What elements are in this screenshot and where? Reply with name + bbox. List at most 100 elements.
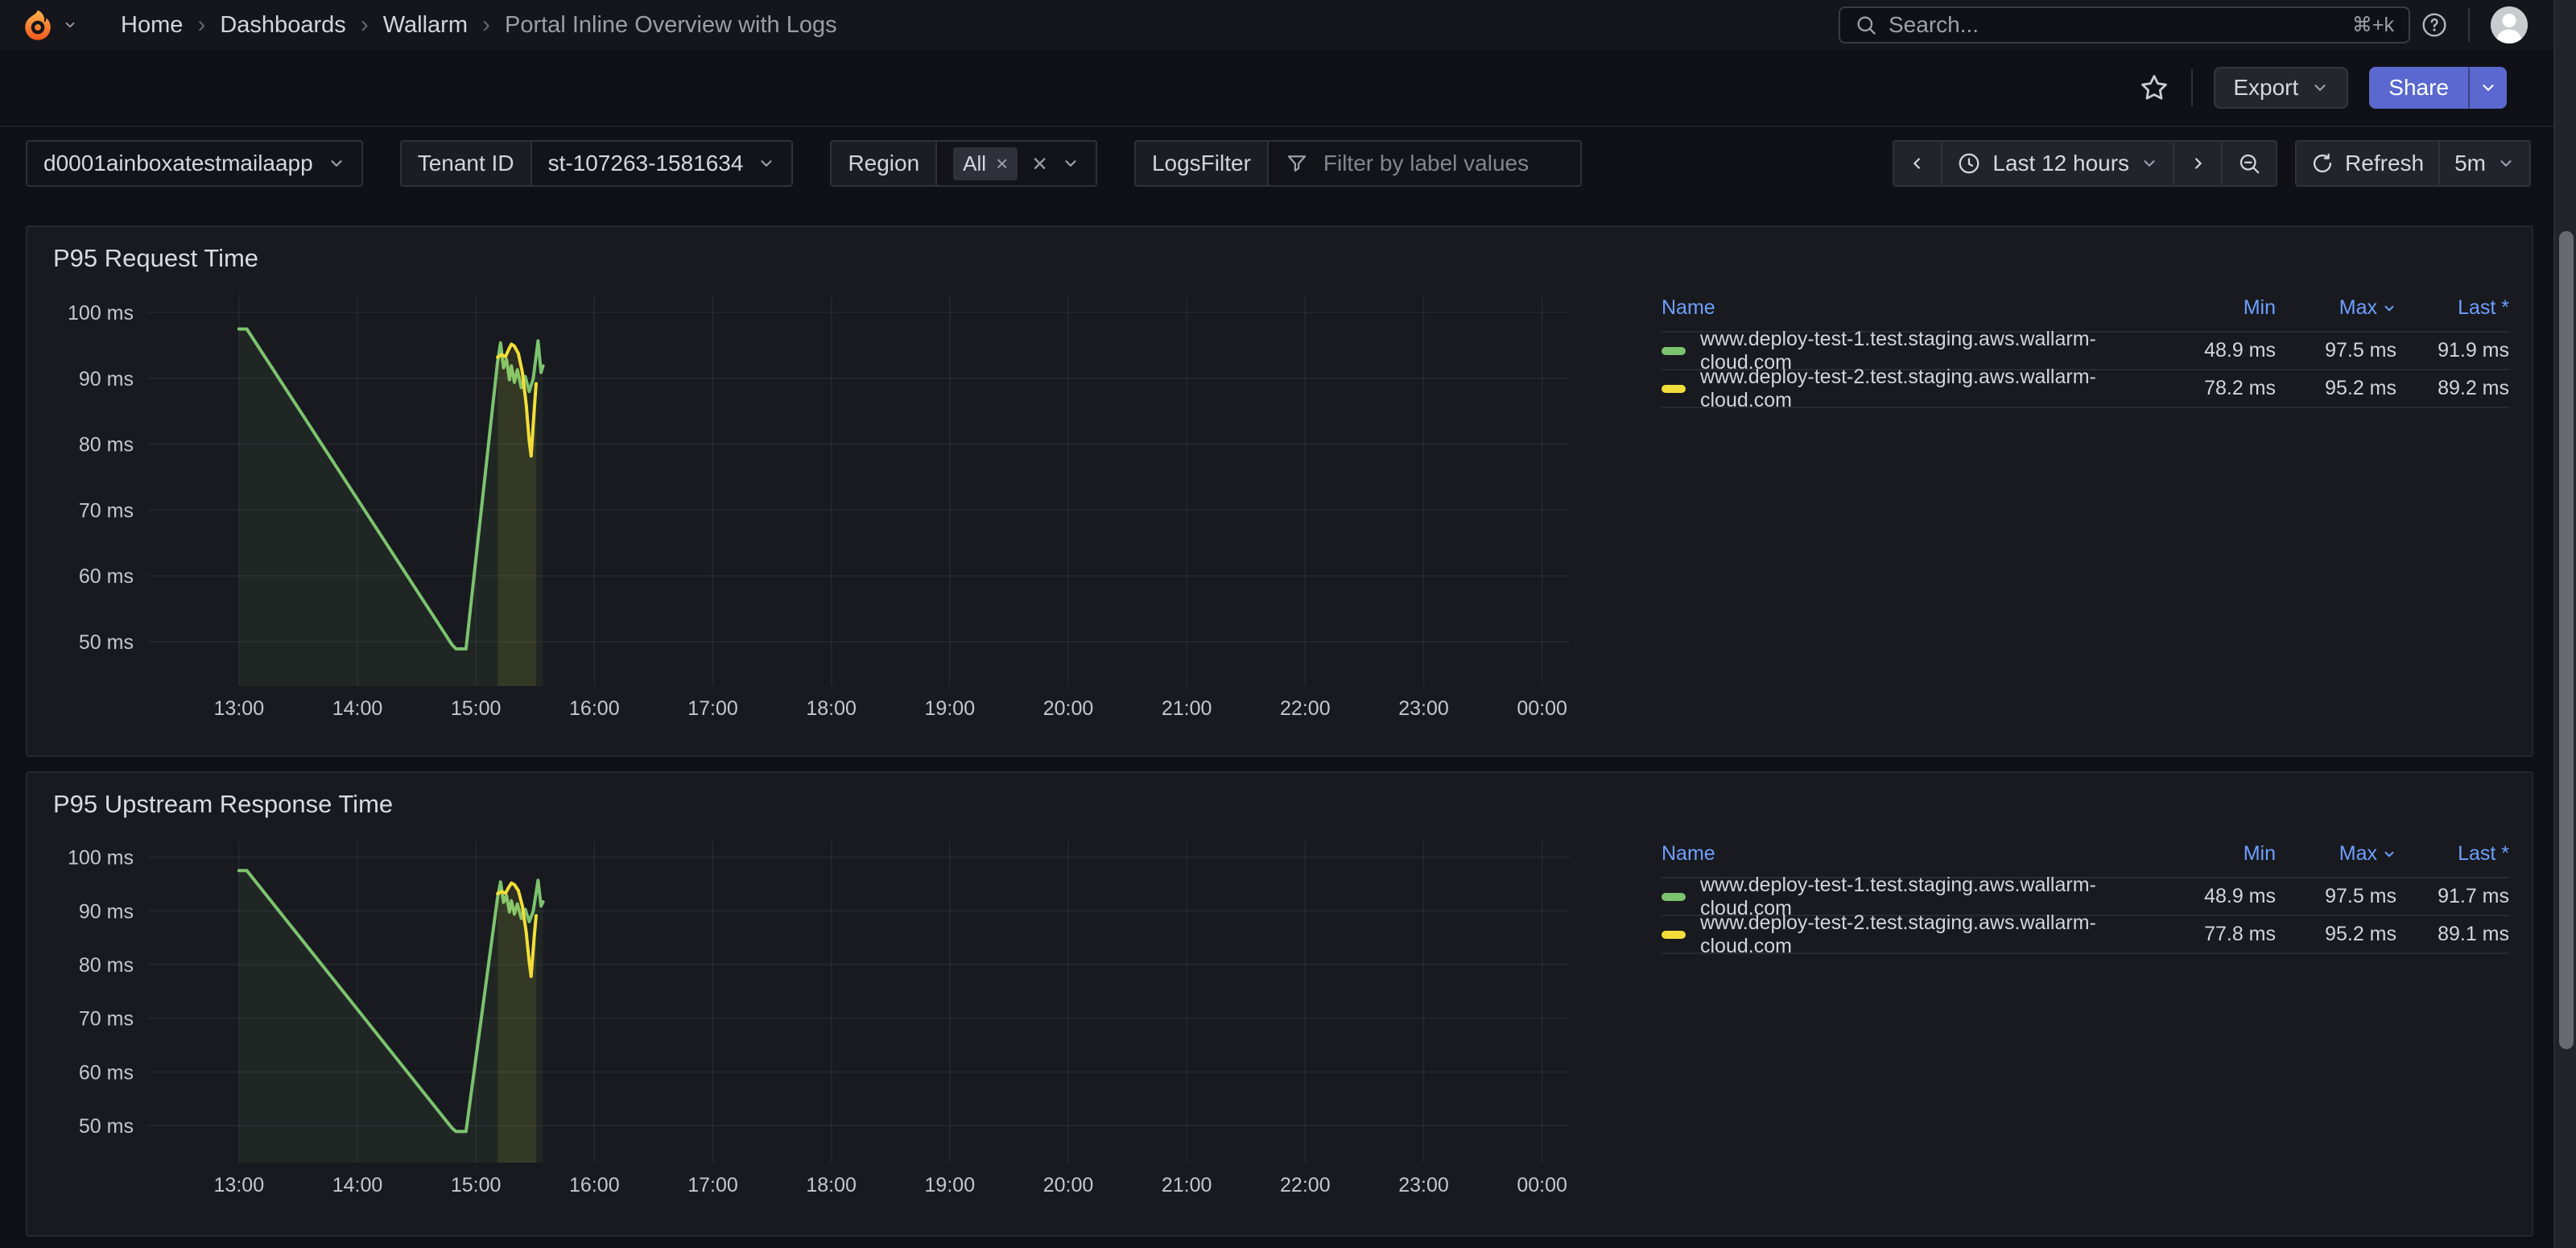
favorite-star-button[interactable] [2138, 72, 2170, 104]
export-button[interactable]: Export [2214, 67, 2348, 109]
svg-text:50 ms: 50 ms [79, 1115, 134, 1138]
user-avatar[interactable] [2491, 6, 2528, 43]
divider [2191, 69, 2193, 106]
svg-text:18:00: 18:00 [806, 697, 857, 720]
dashboard-actions-bar: Export Share [0, 50, 2576, 127]
grafana-logo-menu[interactable] [21, 8, 77, 42]
svg-text:22:00: 22:00 [1280, 1174, 1331, 1196]
variable-region-dropdown[interactable]: Region All × × [830, 140, 1097, 187]
legend-header-min[interactable]: Min [2155, 296, 2276, 320]
scrollbar-thumb[interactable] [2559, 231, 2574, 1049]
search-input[interactable]: Search... ⌘+k [1839, 6, 2410, 43]
legend-row[interactable]: www.deploy-test-2.test.staging.aws.walla… [1662, 916, 2509, 954]
time-range-label: Last 12 hours [1992, 151, 2129, 176]
time-zoom-out-button[interactable] [2221, 140, 2277, 187]
legend-table: Name Min Max Last * www.deploy-test-1.te… [1613, 829, 2516, 1211]
series-color-swatch[interactable] [1662, 931, 1686, 939]
chevron-down-icon [758, 155, 775, 172]
share-label: Share [2388, 75, 2449, 101]
svg-text:18:00: 18:00 [806, 1174, 857, 1196]
svg-text:20:00: 20:00 [1043, 1174, 1094, 1196]
svg-text:13:00: 13:00 [214, 1174, 265, 1196]
time-shift-back-button[interactable] [1893, 140, 1942, 187]
legend-row[interactable]: www.deploy-test-2.test.staging.aws.walla… [1662, 370, 2509, 408]
share-menu-button[interactable] [2468, 67, 2507, 109]
sort-desc-icon [2382, 847, 2396, 862]
series-last-value: 91.9 ms [2396, 339, 2509, 362]
legend-header-max[interactable]: Max [2276, 296, 2396, 320]
chip-remove-icon[interactable]: × [996, 151, 1008, 176]
legend-body: www.deploy-test-1.test.staging.aws.walla… [1662, 333, 2509, 408]
variable-tenant-dropdown[interactable]: Tenant ID st-107263-1581634 [400, 140, 794, 187]
export-label: Export [2233, 75, 2298, 101]
chevron-down-icon [328, 155, 345, 172]
zoom-out-icon [2237, 151, 2261, 176]
search-icon [1855, 14, 1877, 36]
series-color-swatch[interactable] [1662, 347, 1686, 355]
logs-filter-placeholder: Filter by label values [1323, 151, 1529, 176]
breadcrumb-item[interactable]: Home [121, 12, 183, 39]
refresh-label: Refresh [2345, 151, 2424, 176]
panel-title[interactable]: P95 Request Time [53, 242, 2516, 283]
svg-text:100 ms: 100 ms [68, 847, 134, 870]
time-range-picker[interactable]: Last 12 hours [1941, 140, 2174, 187]
legend-header-name[interactable]: Name [1662, 842, 2155, 866]
region-chip-label: All [963, 151, 986, 176]
legend-header-max[interactable]: Max [2276, 842, 2396, 866]
breadcrumb-separator: › [361, 11, 369, 39]
variable-app-value: d0001ainboxatestmailaapp [43, 151, 313, 176]
time-series-chart[interactable]: 50 ms60 ms70 ms80 ms90 ms100 ms13:0014:0… [43, 283, 1581, 734]
series-color-swatch[interactable] [1662, 385, 1686, 393]
legend-header-last[interactable]: Last * [2396, 296, 2509, 320]
clear-selection-icon[interactable]: × [1032, 149, 1047, 179]
breadcrumb-item[interactable]: Wallarm [383, 12, 468, 39]
breadcrumb-separator: › [482, 11, 490, 39]
svg-text:15:00: 15:00 [451, 697, 502, 720]
chevron-right-icon [2189, 155, 2207, 172]
legend-header-last[interactable]: Last * [2396, 842, 2509, 866]
legend-header-min[interactable]: Min [2155, 842, 2276, 866]
breadcrumb-separator: › [197, 11, 205, 39]
svg-text:23:00: 23:00 [1398, 697, 1449, 720]
share-button[interactable]: Share [2369, 67, 2468, 109]
variable-app-dropdown[interactable]: d0001ainboxatestmailaapp [26, 140, 363, 187]
svg-text:17:00: 17:00 [687, 697, 738, 720]
series-name[interactable]: www.deploy-test-2.test.staging.aws.walla… [1700, 366, 2155, 412]
page-scrollbar[interactable] [2553, 0, 2576, 1248]
time-shift-forward-button[interactable] [2173, 140, 2223, 187]
series-last-value: 89.2 ms [2396, 377, 2509, 400]
series-color-swatch[interactable] [1662, 893, 1686, 901]
refresh-button[interactable]: Refresh [2295, 140, 2440, 187]
svg-text:80 ms: 80 ms [79, 954, 134, 977]
breadcrumb: Home›Dashboards›Wallarm›Portal Inline Ov… [121, 11, 837, 39]
legend-body: www.deploy-test-1.test.staging.aws.walla… [1662, 878, 2509, 954]
region-chip-all[interactable]: All × [953, 147, 1018, 180]
time-series-chart[interactable]: 50 ms60 ms70 ms80 ms90 ms100 ms13:0014:0… [43, 829, 1581, 1211]
legend-header-name[interactable]: Name [1662, 296, 2155, 320]
logs-filter-input[interactable]: LogsFilter Filter by label values [1134, 140, 1582, 187]
refresh-interval-value: 5m [2454, 151, 2486, 176]
series-max-value: 95.2 ms [2276, 377, 2396, 400]
chevron-left-icon [1909, 155, 1926, 172]
help-button[interactable] [2421, 12, 2447, 38]
refresh-interval-dropdown[interactable]: 5m [2438, 140, 2531, 187]
svg-text:100 ms: 100 ms [68, 302, 134, 324]
svg-text:60 ms: 60 ms [79, 1061, 134, 1084]
series-name[interactable]: www.deploy-test-2.test.staging.aws.walla… [1700, 911, 2155, 958]
series-max-value: 95.2 ms [2276, 923, 2396, 946]
grafana-logo-icon [21, 8, 55, 42]
svg-text:00:00: 00:00 [1517, 1174, 1567, 1196]
chevron-down-icon [2479, 79, 2497, 97]
svg-text:50 ms: 50 ms [79, 631, 134, 654]
panel-title[interactable]: P95 Upstream Response Time [53, 787, 2516, 829]
svg-text:60 ms: 60 ms [79, 565, 134, 588]
divider [2468, 8, 2470, 42]
svg-text:15:00: 15:00 [451, 1174, 502, 1196]
breadcrumb-item[interactable]: Dashboards [220, 12, 345, 39]
svg-text:19:00: 19:00 [925, 1174, 976, 1196]
svg-text:20:00: 20:00 [1043, 697, 1094, 720]
svg-text:23:00: 23:00 [1398, 1174, 1449, 1196]
svg-text:14:00: 14:00 [332, 1174, 383, 1196]
variable-region-label: Region [832, 142, 937, 185]
chevron-down-icon [1062, 155, 1080, 172]
